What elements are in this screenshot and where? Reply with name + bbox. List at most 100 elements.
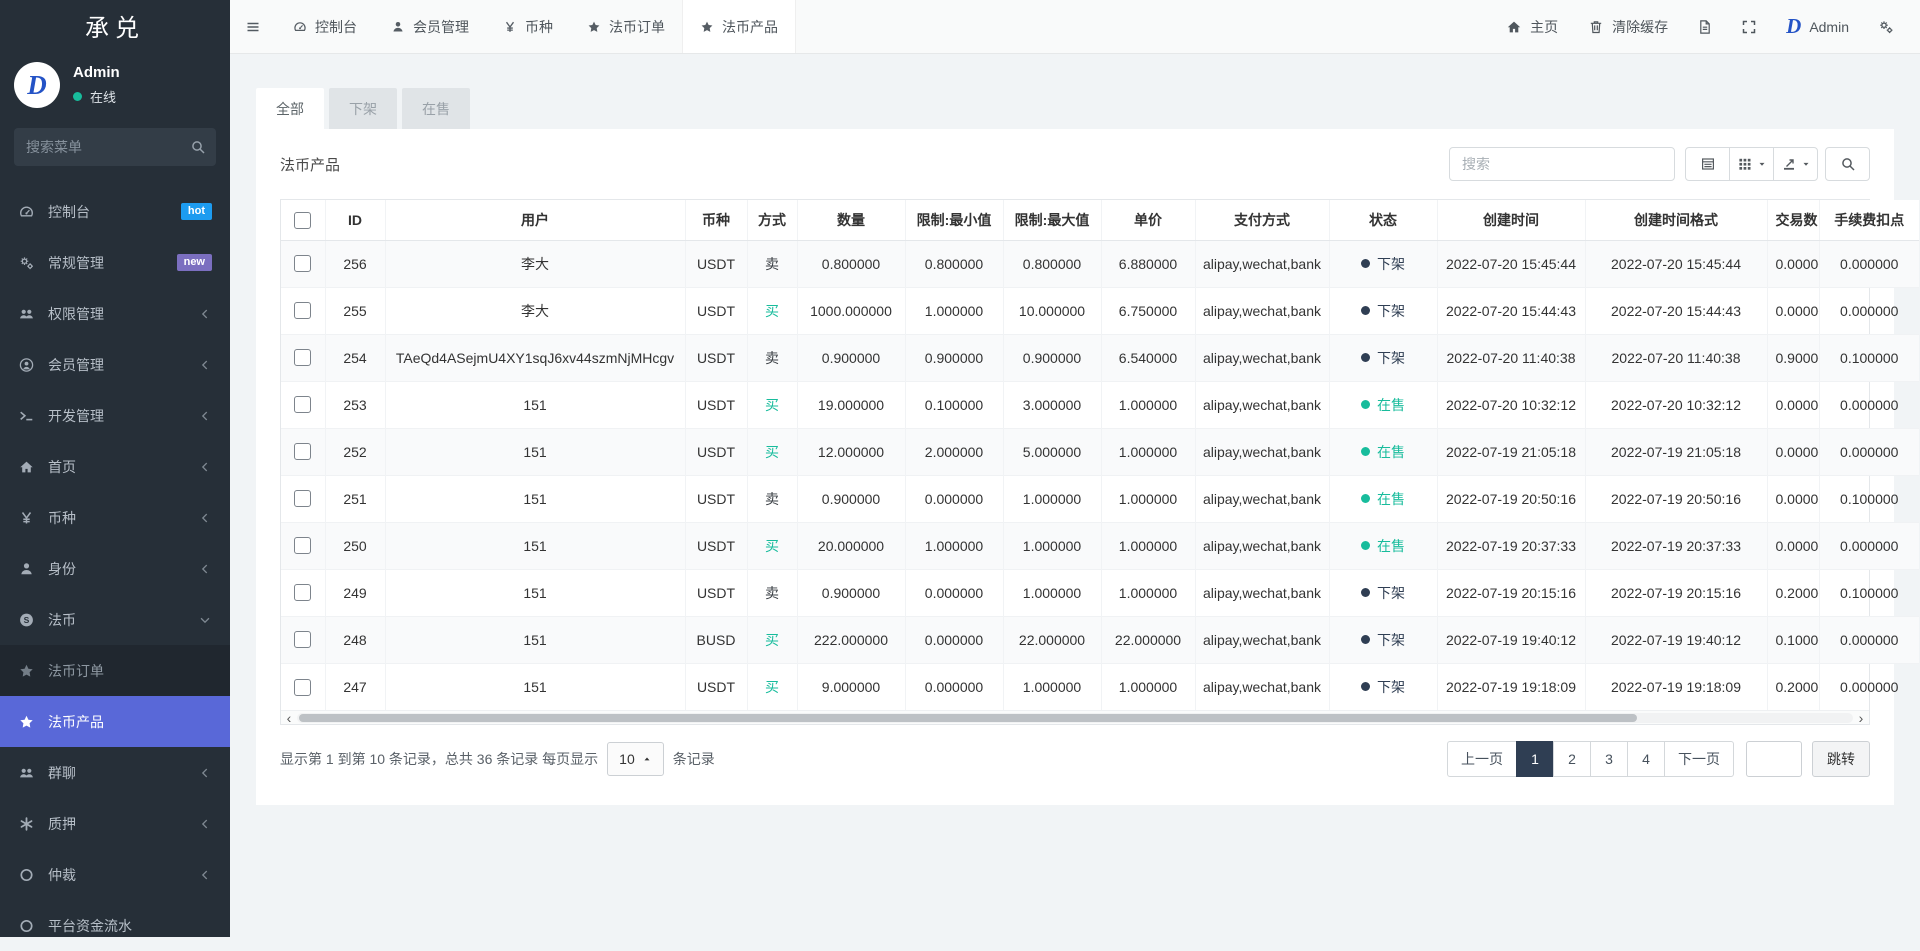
scroll-left-icon[interactable]: ‹ [281,712,297,724]
cell-fee: 0.000000 [1819,287,1919,334]
table-row: 253151USDT买19.0000000.1000003.0000001.00… [281,381,1919,428]
sidebar-item-general[interactable]: 常规管理new [0,237,230,288]
nav-tab-fiat-product[interactable]: 法币产品 [682,0,796,53]
row-checkbox[interactable] [294,443,311,460]
nav-tab-coin[interactable]: 币种 [486,0,570,53]
sidebar-item-pledge[interactable]: 质押 [0,798,230,849]
cell-created-time: 2022-07-19 20:37:33 [1437,522,1585,569]
sidebar-search-input[interactable] [14,128,216,166]
cell-coin: USDT [685,287,747,334]
cell-id: 250 [325,522,385,569]
cogs-icon [18,255,35,271]
sidebar-item-fiat-product[interactable]: 法币产品 [0,696,230,747]
cell-max-limit: 1.000000 [1003,569,1101,616]
sidebar-item-auth[interactable]: 权限管理 [0,288,230,339]
sidebar-item-identity[interactable]: 身份 [0,543,230,594]
cell-fee: 0.000000 [1819,240,1919,287]
cell-max-limit: 0.800000 [1003,240,1101,287]
filter-tab-all[interactable]: 全部 [256,88,324,129]
row-checkbox[interactable] [294,302,311,319]
status-dot-icon [1361,682,1370,691]
page-jump-input[interactable] [1746,741,1802,777]
brand-title: 承兑 [0,0,230,56]
select-all-checkbox[interactable] [294,212,311,229]
sidebar-item-arbitration[interactable]: 仲裁 [0,849,230,900]
row-checkbox[interactable] [294,679,311,696]
sidebar-item-platform-flow[interactable]: 平台资金流水 [0,900,230,951]
settings-gears-button[interactable] [1864,0,1908,53]
next-page-button[interactable]: 下一页 [1664,741,1734,777]
cell-side: 买 [747,522,797,569]
cell-user: 李大 [385,287,685,334]
cell-price: 1.000000 [1101,428,1195,475]
row-checkbox[interactable] [294,537,311,554]
sidebar: 承兑 D Admin 在线 控制台hot常规管理new权限管理会员管理开发管理首… [0,0,230,937]
caret-down-icon [1801,159,1811,169]
nav-tab-fiat-order[interactable]: 法币订单 [570,0,682,53]
prev-page-button[interactable]: 上一页 [1447,741,1517,777]
sidebar-item-dev[interactable]: 开发管理 [0,390,230,441]
cell-min-limit: 0.900000 [905,334,1003,381]
page-button-2[interactable]: 2 [1553,741,1591,777]
nav-tab-console[interactable]: 控制台 [276,0,374,53]
cell-amount: 9.000000 [797,663,905,710]
column-header-12: 创建时间格式 [1585,200,1767,240]
table-search-input[interactable] [1449,147,1675,181]
nav-tab-member[interactable]: 会员管理 [374,0,486,53]
row-checkbox[interactable] [294,349,311,366]
columns-icon [1737,156,1753,172]
cell-id: 254 [325,334,385,381]
sidebar-item-group-chat[interactable]: 群聊 [0,747,230,798]
clear-cache-link[interactable]: 清除缓存 [1573,0,1683,53]
fullscreen-button[interactable] [1727,0,1771,53]
cell-fee: 0.000000 [1819,522,1919,569]
user-icon [391,20,405,34]
row-checkbox[interactable] [294,255,311,272]
column-header-8: 单价 [1101,200,1195,240]
cell-id: 249 [325,569,385,616]
export-icon [1781,156,1797,172]
sidebar-item-console[interactable]: 控制台hot [0,186,230,237]
cell-amount: 1000.000000 [797,287,905,334]
brand-logo-icon: D [27,70,47,101]
page-button-4[interactable]: 4 [1627,741,1665,777]
scroll-right-icon[interactable]: › [1853,712,1869,724]
cell-status: 在售 [1329,381,1437,428]
sidebar-item-fiat[interactable]: S法币 [0,594,230,645]
row-checkbox[interactable] [294,631,311,648]
page-button-1[interactable]: 1 [1516,741,1554,777]
language-file-button[interactable] [1683,0,1727,53]
columns-button[interactable] [1729,147,1774,181]
search-button[interactable] [1825,147,1870,181]
scrollbar-track[interactable] [297,713,1853,723]
status-dot-icon [1361,635,1370,644]
detail-view-button[interactable] [1685,147,1730,181]
row-checkbox[interactable] [294,584,311,601]
cell-user: 151 [385,428,685,475]
sidebar-item-member[interactable]: 会员管理 [0,339,230,390]
sidebar-item-home[interactable]: 首页 [0,441,230,492]
navbar-admin[interactable]: DAdmin [1771,0,1864,53]
cell-fee: 0.000000 [1819,663,1919,710]
cell-coin: USDT [685,522,747,569]
fiat-product-table: ID用户币种方式数量限制:最小值限制:最大值单价支付方式状态创建时间创建时间格式… [281,200,1919,710]
page-size-dropdown[interactable]: 10 [607,742,664,776]
filter-tab-on-sale[interactable]: 在售 [402,88,470,129]
sidebar-menu: 控制台hot常规管理new权限管理会员管理开发管理首页币种身份S法币法币订单法币… [0,186,230,951]
scrollbar-thumb[interactable] [299,714,1637,722]
sidebar-item-coin[interactable]: 币种 [0,492,230,543]
export-button[interactable] [1773,147,1818,181]
page-jump-button[interactable]: 跳转 [1812,741,1870,777]
filter-tab-off-shelf[interactable]: 下架 [329,88,397,129]
cell-created-time: 2022-07-19 21:05:18 [1437,428,1585,475]
sidebar-item-fiat-order[interactable]: 法币订单 [0,645,230,696]
cell-trade-count: 0.000000 [1767,287,1819,334]
row-checkbox[interactable] [294,490,311,507]
row-checkbox[interactable] [294,396,311,413]
avatar[interactable]: D [14,62,60,108]
hamburger-icon[interactable] [230,0,276,53]
home-link[interactable]: 主页 [1491,0,1573,53]
page-button-3[interactable]: 3 [1590,741,1628,777]
cell-trade-count: 0.000000 [1767,475,1819,522]
table-row: 252151USDT买12.0000002.0000005.0000001.00… [281,428,1919,475]
